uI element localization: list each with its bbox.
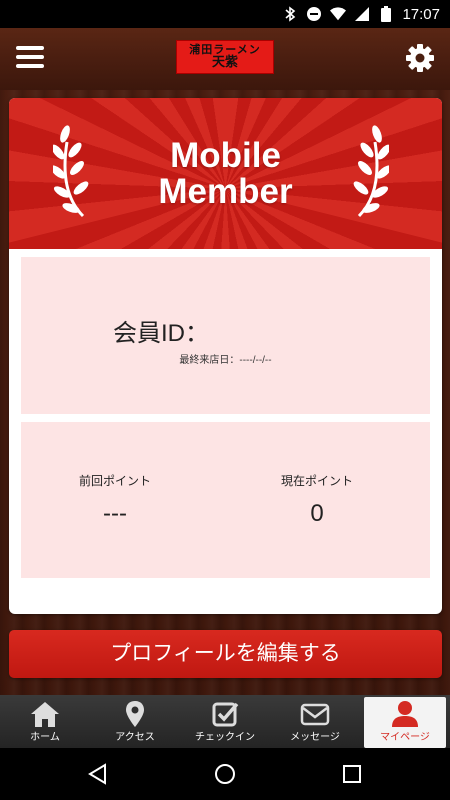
home-icon bbox=[31, 702, 59, 727]
logo-line1: 浦田ラーメン bbox=[189, 43, 261, 56]
edit-profile-button[interactable]: プロフィールを編集する bbox=[9, 630, 442, 678]
checkbox-icon bbox=[212, 702, 239, 727]
app-header: 浦田ラーメン 天紫 bbox=[0, 28, 450, 90]
system-nav-bar bbox=[0, 748, 450, 800]
bottom-tab-bar: ホーム アクセス チェックイン メッセージ マイページ bbox=[0, 695, 450, 748]
tab-mypage[interactable]: マイページ bbox=[360, 695, 450, 748]
tab-access[interactable]: アクセス bbox=[90, 695, 180, 748]
hamburger-menu-icon[interactable] bbox=[16, 46, 44, 70]
tab-checkin-label: チェックイン bbox=[195, 732, 255, 743]
tab-checkin[interactable]: チェックイン bbox=[180, 695, 270, 748]
tab-home-label: ホーム bbox=[30, 732, 60, 743]
last-visit-row: 最終来店日：----/--/-- bbox=[21, 351, 430, 366]
tab-access-label: アクセス bbox=[115, 732, 155, 743]
tab-message[interactable]: メッセージ bbox=[270, 695, 360, 748]
previous-points-value: --- bbox=[103, 500, 127, 527]
tab-message-label: メッセージ bbox=[290, 732, 340, 743]
tab-home[interactable]: ホーム bbox=[0, 695, 90, 748]
current-points-label: 現在ポイント bbox=[280, 474, 353, 488]
tab-mypage-label: マイページ bbox=[380, 732, 430, 743]
battery-icon bbox=[378, 6, 394, 22]
user-icon bbox=[392, 701, 418, 727]
member-card: Mobile Member 会員ID： 最終来店日：----/--/-- 前回ポ… bbox=[9, 98, 442, 614]
back-triangle-icon[interactable] bbox=[86, 762, 110, 786]
map-pin-icon bbox=[126, 701, 144, 727]
member-id-label: 会員ID： bbox=[113, 320, 209, 347]
signal-icon bbox=[354, 6, 370, 22]
last-visit-value: ----/--/-- bbox=[239, 355, 272, 366]
member-id-panel: 会員ID： 最終来店日：----/--/-- bbox=[21, 257, 430, 414]
member-banner: Mobile Member bbox=[9, 98, 442, 249]
brand-logo: 浦田ラーメン 天紫 bbox=[176, 40, 274, 74]
status-time: 17:07 bbox=[402, 5, 440, 23]
dnd-icon bbox=[306, 6, 322, 22]
bluetooth-icon bbox=[282, 6, 298, 22]
member-id-row: 会員ID： bbox=[113, 313, 209, 348]
points-panel: 前回ポイント --- 現在ポイント 0 bbox=[21, 422, 430, 578]
status-bar: 17:07 bbox=[0, 0, 450, 28]
recents-square-icon[interactable] bbox=[340, 762, 364, 786]
gear-icon[interactable] bbox=[405, 43, 435, 73]
envelope-icon bbox=[300, 703, 330, 726]
current-points-value: 0 bbox=[310, 500, 324, 527]
wifi-icon bbox=[330, 6, 347, 22]
previous-points-label: 前回ポイント bbox=[78, 474, 151, 488]
last-visit-label: 最終来店日： bbox=[179, 355, 240, 366]
home-circle-icon[interactable] bbox=[213, 762, 237, 786]
banner-title: Mobile Member bbox=[9, 138, 442, 210]
banner-title-text: Mobile Member bbox=[158, 136, 293, 211]
logo-line2: 天紫 bbox=[211, 54, 238, 70]
